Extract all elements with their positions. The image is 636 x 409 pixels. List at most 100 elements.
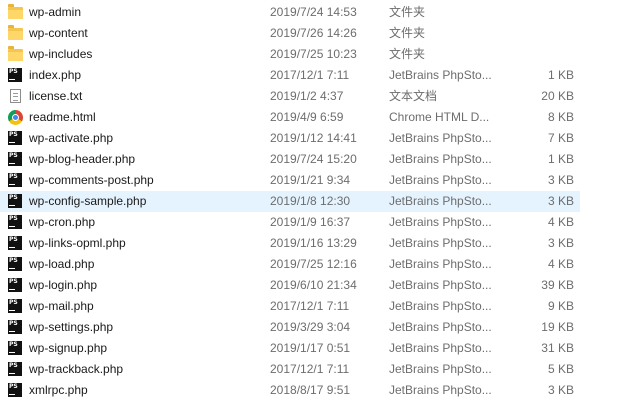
file-size: 1 KB <box>547 68 574 82</box>
file-type: JetBrains PhpSto... <box>389 68 492 82</box>
phpstorm-icon <box>8 341 22 355</box>
file-type: JetBrains PhpSto... <box>389 278 492 292</box>
phpstorm-icon <box>8 215 22 229</box>
file-type: JetBrains PhpSto... <box>389 131 492 145</box>
file-size: 3 KB <box>547 173 574 187</box>
file-modified-date: 2019/7/24 14:53 <box>270 5 357 19</box>
file-size: 8 KB <box>547 110 574 124</box>
file-size: 3 KB <box>547 236 574 250</box>
file-type: JetBrains PhpSto... <box>389 341 492 355</box>
text-document-icon <box>10 89 21 103</box>
file-row[interactable]: wp-load.php 2019/7/25 12:16 JetBrains PhpS… <box>0 254 580 275</box>
file-size: 31 KB <box>541 341 574 355</box>
file-name: wp-includes <box>29 47 93 61</box>
file-name: index.php <box>29 68 82 82</box>
phpstorm-icon <box>8 152 22 166</box>
file-name: wp-admin <box>29 5 82 19</box>
file-modified-date: 2019/1/2 4:37 <box>270 89 344 103</box>
file-size: 20 KB <box>541 89 574 103</box>
phpstorm-icon <box>8 278 22 292</box>
file-row[interactable]: wp-signup.php 2019/1/17 0:51 JetBrains Php… <box>0 338 580 359</box>
file-name: wp-settings.php <box>29 320 114 334</box>
file-row[interactable]: index.php 2017/12/1 7:11 JetBrains PhpSto.… <box>0 65 580 86</box>
file-type: 文本文档 <box>389 89 438 103</box>
phpstorm-icon <box>8 131 22 145</box>
file-modified-date: 2019/1/21 9:34 <box>270 173 351 187</box>
phpstorm-icon <box>8 173 22 187</box>
file-type: JetBrains PhpSto... <box>389 362 492 376</box>
file-row[interactable]: wp-content 2019/7/26 14:26 文件夹 <box>0 23 580 44</box>
phpstorm-icon <box>8 362 22 376</box>
file-modified-date: 2017/12/1 7:11 <box>270 299 350 313</box>
file-row[interactable]: wp-login.php 2019/6/10 21:34 JetBrains Php… <box>0 275 580 296</box>
file-size: 39 KB <box>541 278 574 292</box>
file-row[interactable]: wp-config-sample.php 2019/1/8 12:30 JetBra… <box>0 191 580 212</box>
file-type: JetBrains PhpSto... <box>389 299 492 313</box>
file-list: wp-admin 2019/7/24 14:53 文件夹 wp-content 2019… <box>0 0 636 409</box>
folder-icon <box>8 25 23 40</box>
file-modified-date: 2017/12/1 7:11 <box>270 68 350 82</box>
file-modified-date: 2019/1/9 16:37 <box>270 215 351 229</box>
file-row[interactable]: wp-settings.php 2019/3/29 3:04 JetBrains P… <box>0 317 580 338</box>
file-size: 5 KB <box>547 362 574 376</box>
file-name: wp-blog-header.php <box>29 152 136 166</box>
folder-icon <box>8 46 23 61</box>
phpstorm-icon <box>8 68 22 82</box>
file-row[interactable]: wp-comments-post.php 2019/1/21 9:34 JetBra… <box>0 170 580 191</box>
phpstorm-icon <box>8 194 22 208</box>
file-modified-date: 2017/12/1 7:11 <box>270 362 350 376</box>
file-name: wp-mail.php <box>29 299 94 313</box>
file-type: JetBrains PhpSto... <box>389 215 492 229</box>
file-name: wp-activate.php <box>29 131 114 145</box>
file-row[interactable]: wp-trackback.php 2017/12/1 7:11 JetBrains … <box>0 359 580 380</box>
file-row[interactable]: license.txt 2019/1/2 4:37 文本文档 20 KB <box>0 86 580 107</box>
file-name: wp-load.php <box>29 257 95 271</box>
file-row[interactable]: wp-admin 2019/7/24 14:53 文件夹 <box>0 2 580 23</box>
file-type: JetBrains PhpSto... <box>389 257 492 271</box>
file-name: readme.html <box>29 110 96 124</box>
file-row[interactable]: wp-includes 2019/7/25 10:23 文件夹 <box>0 44 580 65</box>
file-modified-date: 2019/4/9 6:59 <box>270 110 344 124</box>
file-name: wp-links-opml.php <box>29 236 126 250</box>
file-type: JetBrains PhpSto... <box>389 383 492 397</box>
file-name: xmlrpc.php <box>29 383 88 397</box>
file-row[interactable]: wp-cron.php 2019/1/9 16:37 JetBrains PhpSt… <box>0 212 580 233</box>
file-row[interactable]: xmlrpc.php 2018/8/17 9:51 JetBrains PhpSto… <box>0 380 580 401</box>
file-type: 文件夹 <box>389 26 426 40</box>
file-row[interactable]: readme.html 2019/4/9 6:59 Chrome HTML D...… <box>0 107 580 128</box>
file-size: 4 KB <box>547 257 574 271</box>
file-name: wp-comments-post.php <box>29 173 154 187</box>
phpstorm-icon <box>8 383 22 397</box>
file-size: 3 KB <box>547 383 574 397</box>
file-type: JetBrains PhpSto... <box>389 236 492 250</box>
file-type: JetBrains PhpSto... <box>389 152 492 166</box>
file-name: wp-trackback.php <box>29 362 124 376</box>
file-modified-date: 2019/7/26 14:26 <box>270 26 357 40</box>
file-name: wp-login.php <box>29 278 98 292</box>
file-modified-date: 2019/7/25 10:23 <box>270 47 357 61</box>
file-type: 文件夹 <box>389 47 426 61</box>
file-type: JetBrains PhpSto... <box>389 173 492 187</box>
file-modified-date: 2019/1/16 13:29 <box>270 236 357 250</box>
file-row[interactable]: wp-links-opml.php 2019/1/16 13:29 JetBrain… <box>0 233 580 254</box>
file-size: 1 KB <box>547 152 574 166</box>
folder-icon <box>8 4 23 19</box>
file-row[interactable]: wp-blog-header.php 2019/7/24 15:20 JetBrai… <box>0 149 580 170</box>
file-size: 9 KB <box>547 299 574 313</box>
file-modified-date: 2019/7/25 12:16 <box>270 257 357 271</box>
file-name: wp-cron.php <box>29 215 96 229</box>
chrome-icon <box>8 110 23 125</box>
phpstorm-icon <box>8 320 22 334</box>
file-row[interactable]: wp-activate.php 2019/1/12 14:41 JetBrains … <box>0 128 580 149</box>
file-size: 3 KB <box>547 194 574 208</box>
file-name: wp-content <box>29 26 88 40</box>
file-modified-date: 2019/6/10 21:34 <box>270 278 357 292</box>
file-type: Chrome HTML D... <box>389 110 490 124</box>
file-size: 7 KB <box>547 131 574 145</box>
file-modified-date: 2019/1/12 14:41 <box>270 131 357 145</box>
file-name: wp-signup.php <box>29 341 108 355</box>
file-type: JetBrains PhpSto... <box>389 194 492 208</box>
file-row[interactable]: wp-mail.php 2017/12/1 7:11 JetBrains PhpSt… <box>0 296 580 317</box>
file-type: JetBrains PhpSto... <box>389 320 492 334</box>
file-name: wp-config-sample.php <box>29 194 147 208</box>
